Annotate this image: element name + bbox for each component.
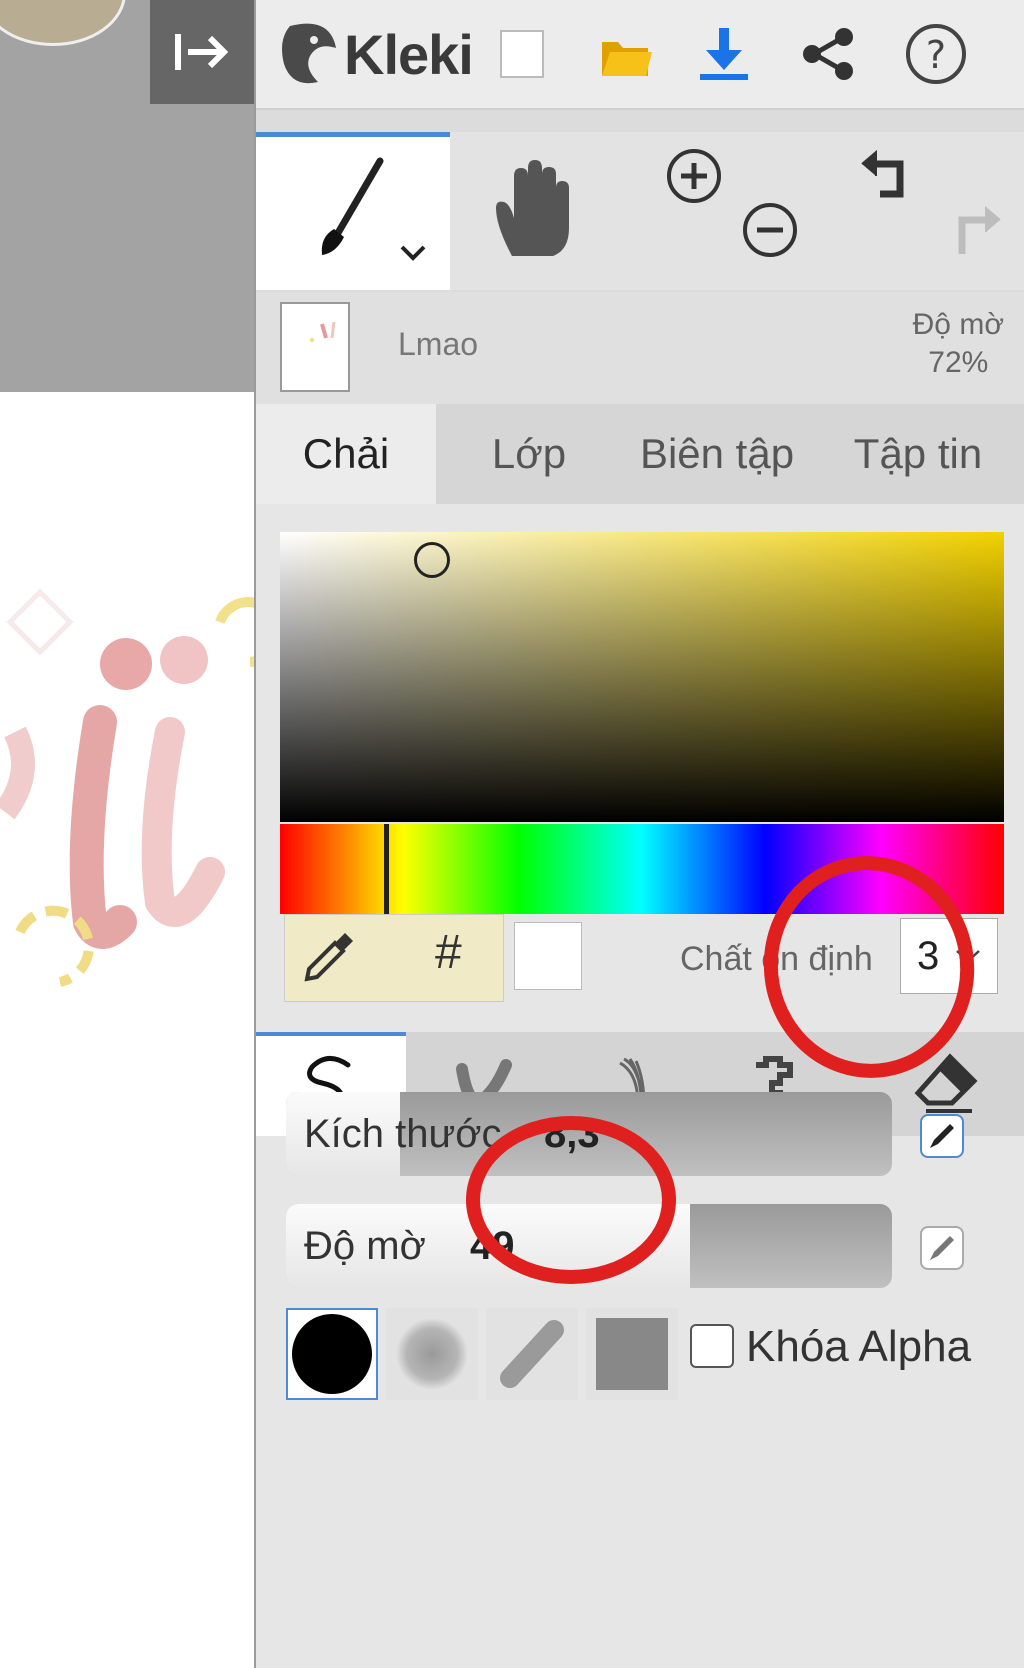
current-color-swatch[interactable]	[514, 922, 582, 990]
layer-opacity-value: 72%	[928, 346, 989, 379]
size-slider[interactable]: Kích thước 8,3	[286, 1092, 892, 1176]
share-button[interactable]	[788, 14, 868, 94]
stabilizer-value: 3	[916, 933, 940, 978]
pen-pressure-icon	[930, 1236, 954, 1260]
brush-tool-button[interactable]	[256, 132, 450, 290]
zoom-in-icon[interactable]	[664, 146, 724, 206]
opacity-slider[interactable]: Độ mờ 49	[286, 1204, 892, 1288]
hex-input-button[interactable]: #	[435, 925, 462, 980]
tab-layers[interactable]: Lớp	[436, 404, 622, 504]
tab-edit[interactable]: Biên tập	[622, 404, 812, 504]
size-slider-label: Kích thước	[304, 1112, 502, 1156]
hue-slider[interactable]	[280, 824, 1004, 914]
round-hard-icon	[292, 1314, 372, 1394]
share-icon	[803, 28, 853, 80]
pen-pressure-icon	[930, 1124, 954, 1148]
app-logo[interactable]: Kleki	[278, 14, 474, 94]
top-toolbar: Kleki ?	[256, 0, 1024, 110]
tool-panel: Kleki ? Lmao Độ mờ 72% Chải Lớp Biên tập…	[256, 0, 1024, 1668]
layer-opacity-label: Độ mờ	[912, 308, 1004, 341]
help-button[interactable]: ?	[896, 14, 976, 94]
eraser-icon	[914, 1053, 978, 1113]
brush-tab-content: # Chất ổn định 3 Kích thước 8,3 Độ mờ 49…	[256, 504, 1024, 1668]
svg-text:?: ?	[926, 33, 946, 77]
opacity-slider-value: 49	[470, 1224, 515, 1268]
layer-thumbnail	[280, 302, 350, 392]
chevron-down-icon	[956, 950, 980, 963]
layer-opacity: Độ mờ 72%	[913, 306, 1004, 382]
size-slider-value: 8,3	[544, 1112, 600, 1156]
stabilizer-select[interactable]: 3	[900, 918, 998, 994]
shape-chisel[interactable]	[486, 1308, 578, 1400]
redo-icon[interactable]	[944, 202, 1004, 262]
new-image-icon	[500, 30, 544, 78]
zoom-out-icon[interactable]	[740, 200, 800, 260]
arrow-right-bar-icon	[175, 34, 229, 70]
color-picker-cursor[interactable]	[414, 542, 450, 578]
color-tools: #	[284, 914, 504, 1002]
chevron-down-icon[interactable]	[398, 243, 428, 263]
collapse-panel-button[interactable]	[150, 0, 254, 104]
chisel-icon	[500, 1320, 564, 1388]
main-tabs: Chải Lớp Biên tập Tập tin	[256, 404, 1024, 504]
shape-square[interactable]	[586, 1308, 678, 1400]
open-folder-icon	[602, 42, 652, 76]
help-icon: ?	[906, 24, 966, 84]
layer-preview-row[interactable]: Lmao Độ mờ 72%	[256, 292, 1024, 404]
hand-tool-button[interactable]	[450, 132, 624, 290]
round-soft-icon	[396, 1318, 468, 1390]
opacity-slider-label: Độ mờ	[304, 1224, 426, 1268]
square-icon	[596, 1318, 668, 1390]
alpha-lock-checkbox[interactable]	[690, 1324, 734, 1368]
brush-icon	[321, 157, 384, 255]
tab-file[interactable]: Tập tin	[812, 404, 1024, 504]
saturation-value-picker[interactable]	[280, 532, 1004, 822]
zoom-tools	[648, 132, 828, 290]
tool-row	[256, 132, 1024, 290]
download-icon	[700, 28, 748, 80]
kleki-logo-icon	[282, 23, 336, 84]
app-name: Kleki	[344, 22, 474, 86]
shape-round-hard[interactable]	[286, 1308, 378, 1400]
size-pressure-toggle[interactable]	[920, 1114, 964, 1158]
stabilizer-label: Chất ổn định	[680, 940, 873, 978]
hue-marker[interactable]	[384, 824, 389, 914]
layer-thumbnail-art	[310, 321, 336, 342]
hand-icon	[496, 160, 569, 256]
drawing-canvas[interactable]	[0, 0, 256, 1668]
tab-brush[interactable]: Chải	[256, 404, 436, 504]
layer-name: Lmao	[398, 326, 479, 362]
canvas-artwork	[0, 588, 254, 987]
shape-round-soft[interactable]	[386, 1308, 478, 1400]
eyedropper-icon[interactable]	[299, 927, 359, 987]
open-file-button[interactable]	[586, 14, 666, 94]
opacity-pressure-toggle[interactable]	[920, 1226, 964, 1270]
new-image-button[interactable]	[482, 14, 562, 94]
undo-icon[interactable]	[858, 146, 918, 206]
undo-redo-tools	[844, 132, 1024, 290]
download-button[interactable]	[684, 14, 764, 94]
alpha-lock-label: Khóa Alpha	[746, 1322, 972, 1371]
